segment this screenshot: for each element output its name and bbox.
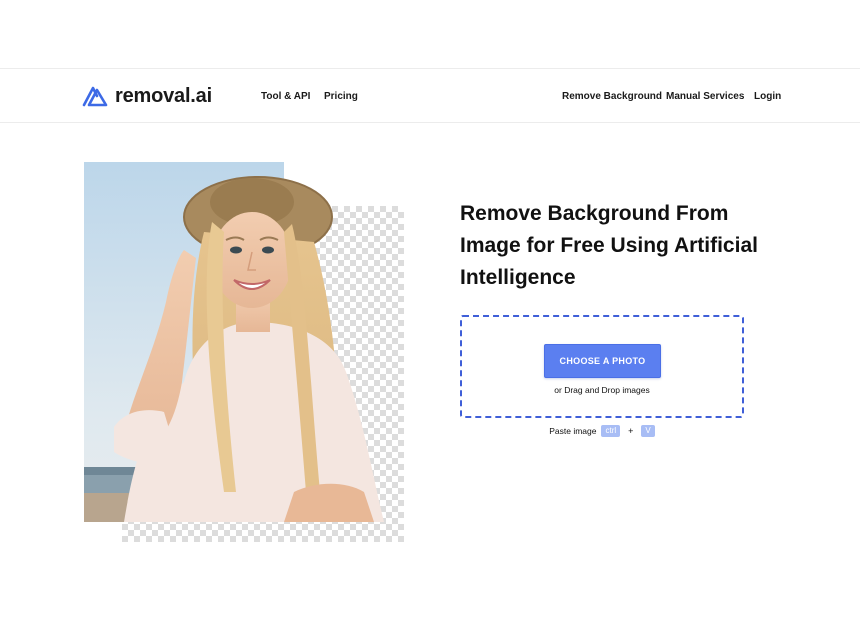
v-key-badge: V [641, 425, 655, 437]
nav-pricing[interactable]: Pricing [324, 69, 358, 124]
choose-photo-button[interactable]: CHOOSE A PHOTO [544, 344, 661, 378]
nav-login[interactable]: Login [754, 69, 781, 124]
removal-logo-icon [82, 85, 112, 107]
nav-remove-background[interactable]: Remove Background [562, 69, 662, 124]
plus-sign: + [628, 426, 634, 436]
nav-manual-services[interactable]: Manual Services [666, 69, 744, 124]
ctrl-key-badge: ctrl [601, 425, 621, 437]
hero-visual [84, 162, 404, 542]
page-title: Remove Background From Image for Free Us… [460, 202, 758, 289]
upload-dropzone[interactable]: CHOOSE A PHOTO or Drag and Drop images [460, 315, 744, 418]
logo-text: removal.ai [115, 84, 212, 107]
logo-link[interactable]: removal.ai [82, 81, 212, 111]
paste-hint: Paste image ctrl + V [460, 424, 744, 438]
drag-drop-hint: or Drag and Drop images [554, 385, 650, 395]
site-header: removal.ai Tool & API Pricing Remove Bac… [0, 68, 860, 123]
paste-label: Paste image [549, 426, 597, 436]
hero-photo [84, 162, 404, 522]
nav-tool-api[interactable]: Tool & API [261, 69, 310, 124]
